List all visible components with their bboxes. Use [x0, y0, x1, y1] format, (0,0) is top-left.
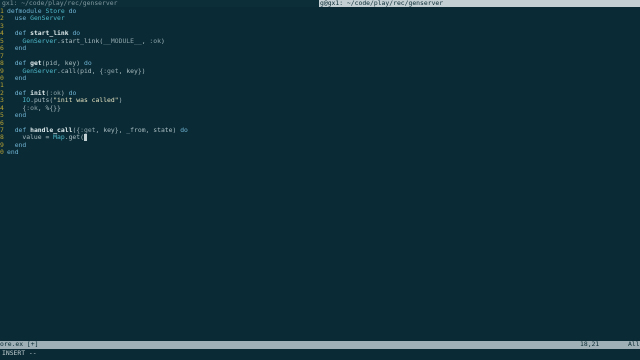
statusline-cursor-position: 18,21	[580, 340, 600, 348]
line-text: end	[14, 44, 27, 53]
code-line[interactable]: 5 GenServer.start_link(__MODULE__, :ok)	[0, 36, 640, 45]
terminal-tab-right-active[interactable]: g@gx1: ~/code/play/rec/genserver	[319, 0, 640, 7]
text-cursor	[83, 134, 87, 142]
line-text: GenServer.call(pid, {:get, key})	[22, 66, 146, 75]
line-text: end	[7, 148, 19, 157]
code-line[interactable]: 1	[0, 81, 640, 89]
code-line[interactable]: 8 value = Map.get(	[0, 133, 640, 142]
code-line[interactable]: 9 GenServer.call(pid, {:get, key})	[0, 66, 640, 75]
code-line[interactable]: 5 end	[0, 111, 640, 120]
vim-statusline: ore.ex [+] 18,21 All	[0, 340, 640, 349]
code-line[interactable]: 4 {:ok, %{}}	[0, 104, 640, 112]
line-number: 0	[0, 148, 4, 157]
code-line[interactable]: 6 end	[0, 44, 640, 53]
code-line[interactable]: 3 IO.puts("init was called")	[0, 96, 640, 104]
code-line[interactable]: 7 def handle_call({:get, key}, _from, st…	[0, 126, 640, 134]
code-line[interactable]: 7	[0, 52, 640, 60]
code-line[interactable]: 0 end	[0, 73, 640, 82]
line-text: end	[14, 73, 27, 82]
code-line[interactable]: 9 end	[0, 141, 640, 149]
vim-editor-buffer[interactable]: 1 defmodule Store do 2 use GenServer 3 4 def…	[0, 7, 640, 340]
code-line[interactable]: 0 end	[0, 148, 640, 157]
vim-mode-indicator: INSERT --	[2, 349, 37, 357]
terminal-tab-left[interactable]: gx1: ~/code/play/rec/genserver	[0, 0, 119, 7]
code-line[interactable]: 2 use GenServer	[0, 14, 640, 23]
statusline-filename: ore.ex [+]	[0, 340, 39, 348]
code-line[interactable]: 1 defmodule Store do	[0, 7, 640, 15]
line-text: end	[14, 111, 27, 120]
code-line[interactable]: 3	[0, 22, 640, 30]
line-text: use GenServer	[14, 14, 65, 23]
line-text: GenServer.start_link(__MODULE__, :ok)	[22, 36, 165, 45]
statusline-percent: All	[628, 340, 640, 348]
terminal-titlebar: gx1: ~/code/play/rec/genserver g@gx1: ~/…	[0, 0, 640, 7]
